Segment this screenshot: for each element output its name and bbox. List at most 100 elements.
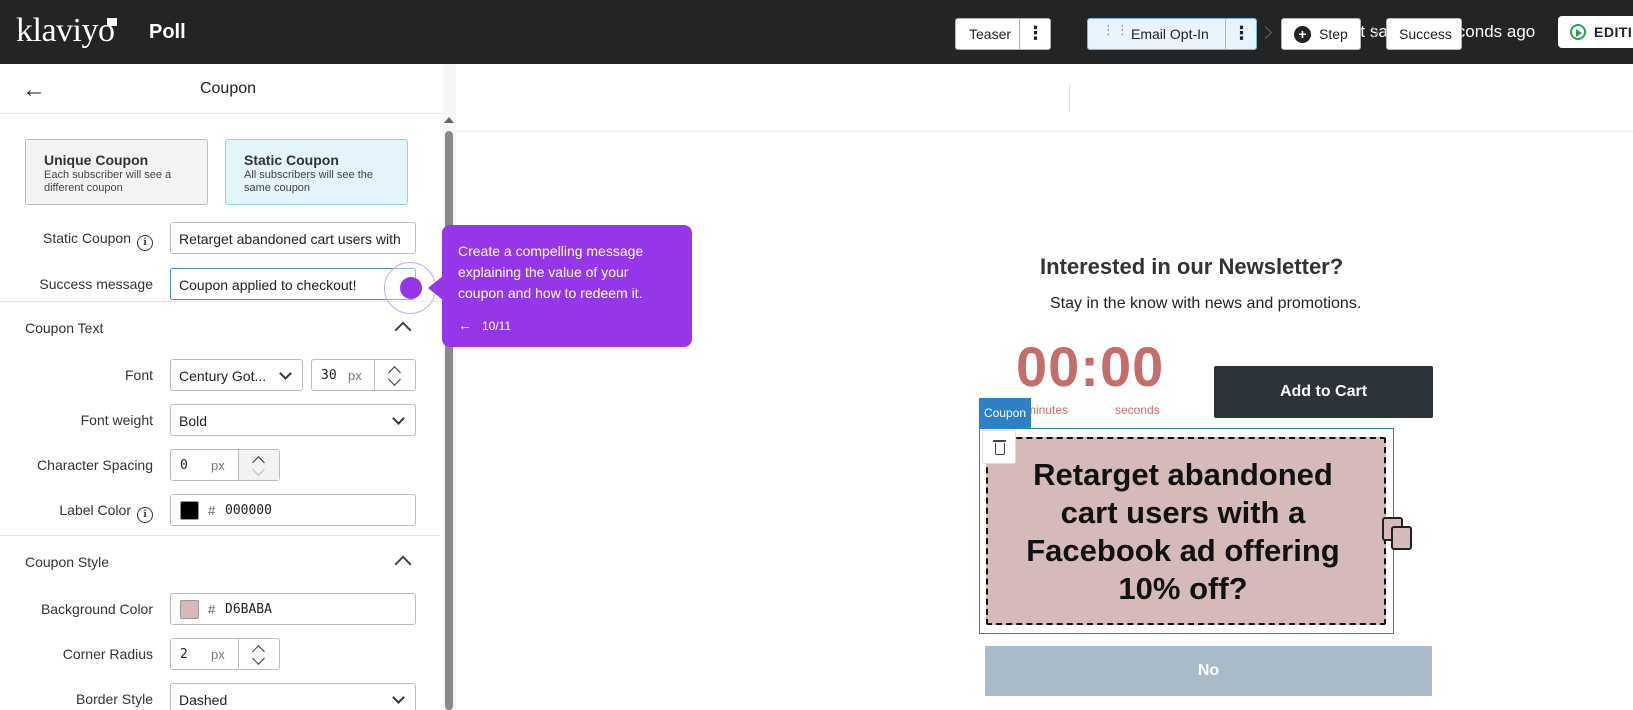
label-color-label: Label Color i [20,502,153,523]
hash-symbol: # [208,602,216,617]
add-step-button[interactable]: + Step [1281,18,1361,50]
hash-symbol: # [208,503,216,518]
copy-icon-front [1391,526,1412,550]
divider [0,301,440,302]
countdown-timer[interactable]: 00:00 [1016,334,1164,399]
add-to-cart-button[interactable]: Add to Cart [1214,366,1433,418]
previous-arrow-icon[interactable]: ← [458,317,472,333]
coupon-element-tag: Coupon [979,398,1031,428]
character-spacing-value: 0 [180,458,188,473]
info-icon[interactable]: i [137,507,153,523]
corner-radius-unit: px [211,647,225,662]
border-style-label: Border Style [75,691,153,707]
font-size-stepper-arrows[interactable] [374,360,415,390]
font-select-value: Century Got... [179,368,267,384]
timer-seconds-label: seconds [1115,403,1160,417]
step-email-label: Email Opt-In [1131,26,1209,42]
teaser-more-icon[interactable]: ⋮ [1019,19,1051,49]
delete-button[interactable] [982,430,1016,464]
collapse-coupon-text-icon[interactable] [394,321,412,339]
font-size-unit: px [348,368,362,383]
logo-flag-icon [107,18,117,26]
editing-status-label: EDITIN [1594,24,1633,40]
no-button[interactable]: No [985,646,1432,696]
static-coupon-option[interactable]: Static Coupon All subscribers will see t… [225,139,408,205]
tooltip-pointer [428,276,443,300]
panel-scrollbar-thumb[interactable] [445,131,453,710]
label-color-swatch[interactable] [180,501,199,520]
trash-icon-body [995,443,1005,455]
play-circle-icon [1570,24,1586,40]
character-spacing-unit: px [211,458,225,473]
font-select[interactable]: Century Got... [170,359,303,391]
step-teaser[interactable]: Teaser ⋮ [955,18,1051,50]
unique-coupon-option[interactable]: Unique Coupon Each subscriber will see a… [25,139,208,205]
static-coupon-label: Static Coupon i [20,230,153,251]
back-arrow-icon[interactable]: ← [22,76,46,104]
static-coupon-input[interactable]: Retarget abandoned cart users with [170,222,416,254]
plus-circle-icon: + [1294,26,1311,43]
background-color-label: Background Color [40,601,153,617]
label-color-hex: 000000 [225,503,272,518]
label-color-label-text: Label Color [59,502,131,518]
page-title: Poll [149,21,186,43]
step-success[interactable]: Success [1386,18,1462,50]
static-coupon-desc: All subscribers will see the same coupon [244,169,373,194]
info-icon[interactable]: i [137,235,153,251]
corner-radius-stepper[interactable]: 2 px [170,638,280,670]
success-message-label: Success message [39,276,153,292]
step-navigation [457,64,1633,132]
unique-coupon-desc: Each subscriber will see a different cou… [44,169,172,194]
panel-title: Coupon [199,80,257,97]
walkthrough-hotspot[interactable] [400,277,422,299]
character-spacing-arrows[interactable] [238,450,279,480]
copy-icon[interactable] [1382,517,1416,551]
font-weight-select[interactable]: Bold [170,404,416,436]
tooltip-navigation: ← 10/11 [458,317,511,333]
success-message-input[interactable]: Coupon applied to checkout! [170,268,416,300]
form-heading[interactable]: Interested in our Newsletter? [1040,254,1343,280]
tooltip-text: Create a compelling message explaining t… [458,243,644,301]
chevron-down-icon [392,691,405,704]
trash-icon [993,440,1006,442]
font-size-stepper[interactable]: 30 px [311,359,416,391]
add-step-label: Step [1319,26,1348,42]
step-email-opt-in[interactable]: ⋮⋮ Email Opt-In ⋮ [1087,18,1257,50]
font-weight-value: Bold [179,413,208,429]
font-size-value: 30 [321,368,337,383]
panel-header: Coupon ← [0,64,455,114]
chevron-down-icon [279,367,292,380]
collapse-coupon-style-icon[interactable] [394,555,412,573]
klaviyo-logo[interactable]: klaviyo [16,12,115,50]
coupon-style-section-title: Coupon Style [25,554,110,570]
walkthrough-tooltip: Create a compelling message explaining t… [442,225,692,347]
tooltip-progress: 10/11 [482,319,512,333]
corner-radius-value: 2 [180,647,188,662]
divider [0,535,440,536]
character-spacing-label: Character Spacing [37,457,153,473]
corner-radius-arrows[interactable] [238,639,279,669]
border-style-value: Dashed [179,692,228,708]
background-color-swatch[interactable] [180,600,199,619]
scroll-up-arrow-icon[interactable] [444,117,454,123]
coupon-code-text[interactable]: Retarget abandoned cart users with a Fac… [1003,456,1363,608]
coupon-text-section-title: Coupon Text [25,320,104,336]
chevron-down-icon [392,412,405,425]
coupon-settings-panel: Coupon ← Unique Coupon Each subscriber w… [0,64,456,710]
background-color-input[interactable]: # D6BABA [170,593,416,625]
email-more-icon[interactable]: ⋮ [1225,19,1257,49]
border-style-select[interactable]: Dashed [170,683,416,710]
font-label: Font [124,367,153,383]
font-weight-label: Font weight [80,412,153,428]
form-subheading[interactable]: Stay in the know with news and promotion… [1050,295,1361,313]
static-coupon-title: Static Coupon [244,152,339,168]
timer-minutes-label: minutes [1026,403,1069,417]
character-spacing-stepper[interactable]: 0 px [170,449,280,481]
drag-handle-icon[interactable]: ⋮⋮ [1102,23,1130,36]
editing-status-button[interactable]: EDITIN [1558,16,1633,48]
step-success-label: Success [1399,26,1452,42]
corner-radius-label: Corner Radius [62,646,153,662]
step-separator [1069,84,1070,112]
unique-coupon-title: Unique Coupon [44,152,149,168]
label-color-input[interactable]: # 000000 [170,494,416,526]
